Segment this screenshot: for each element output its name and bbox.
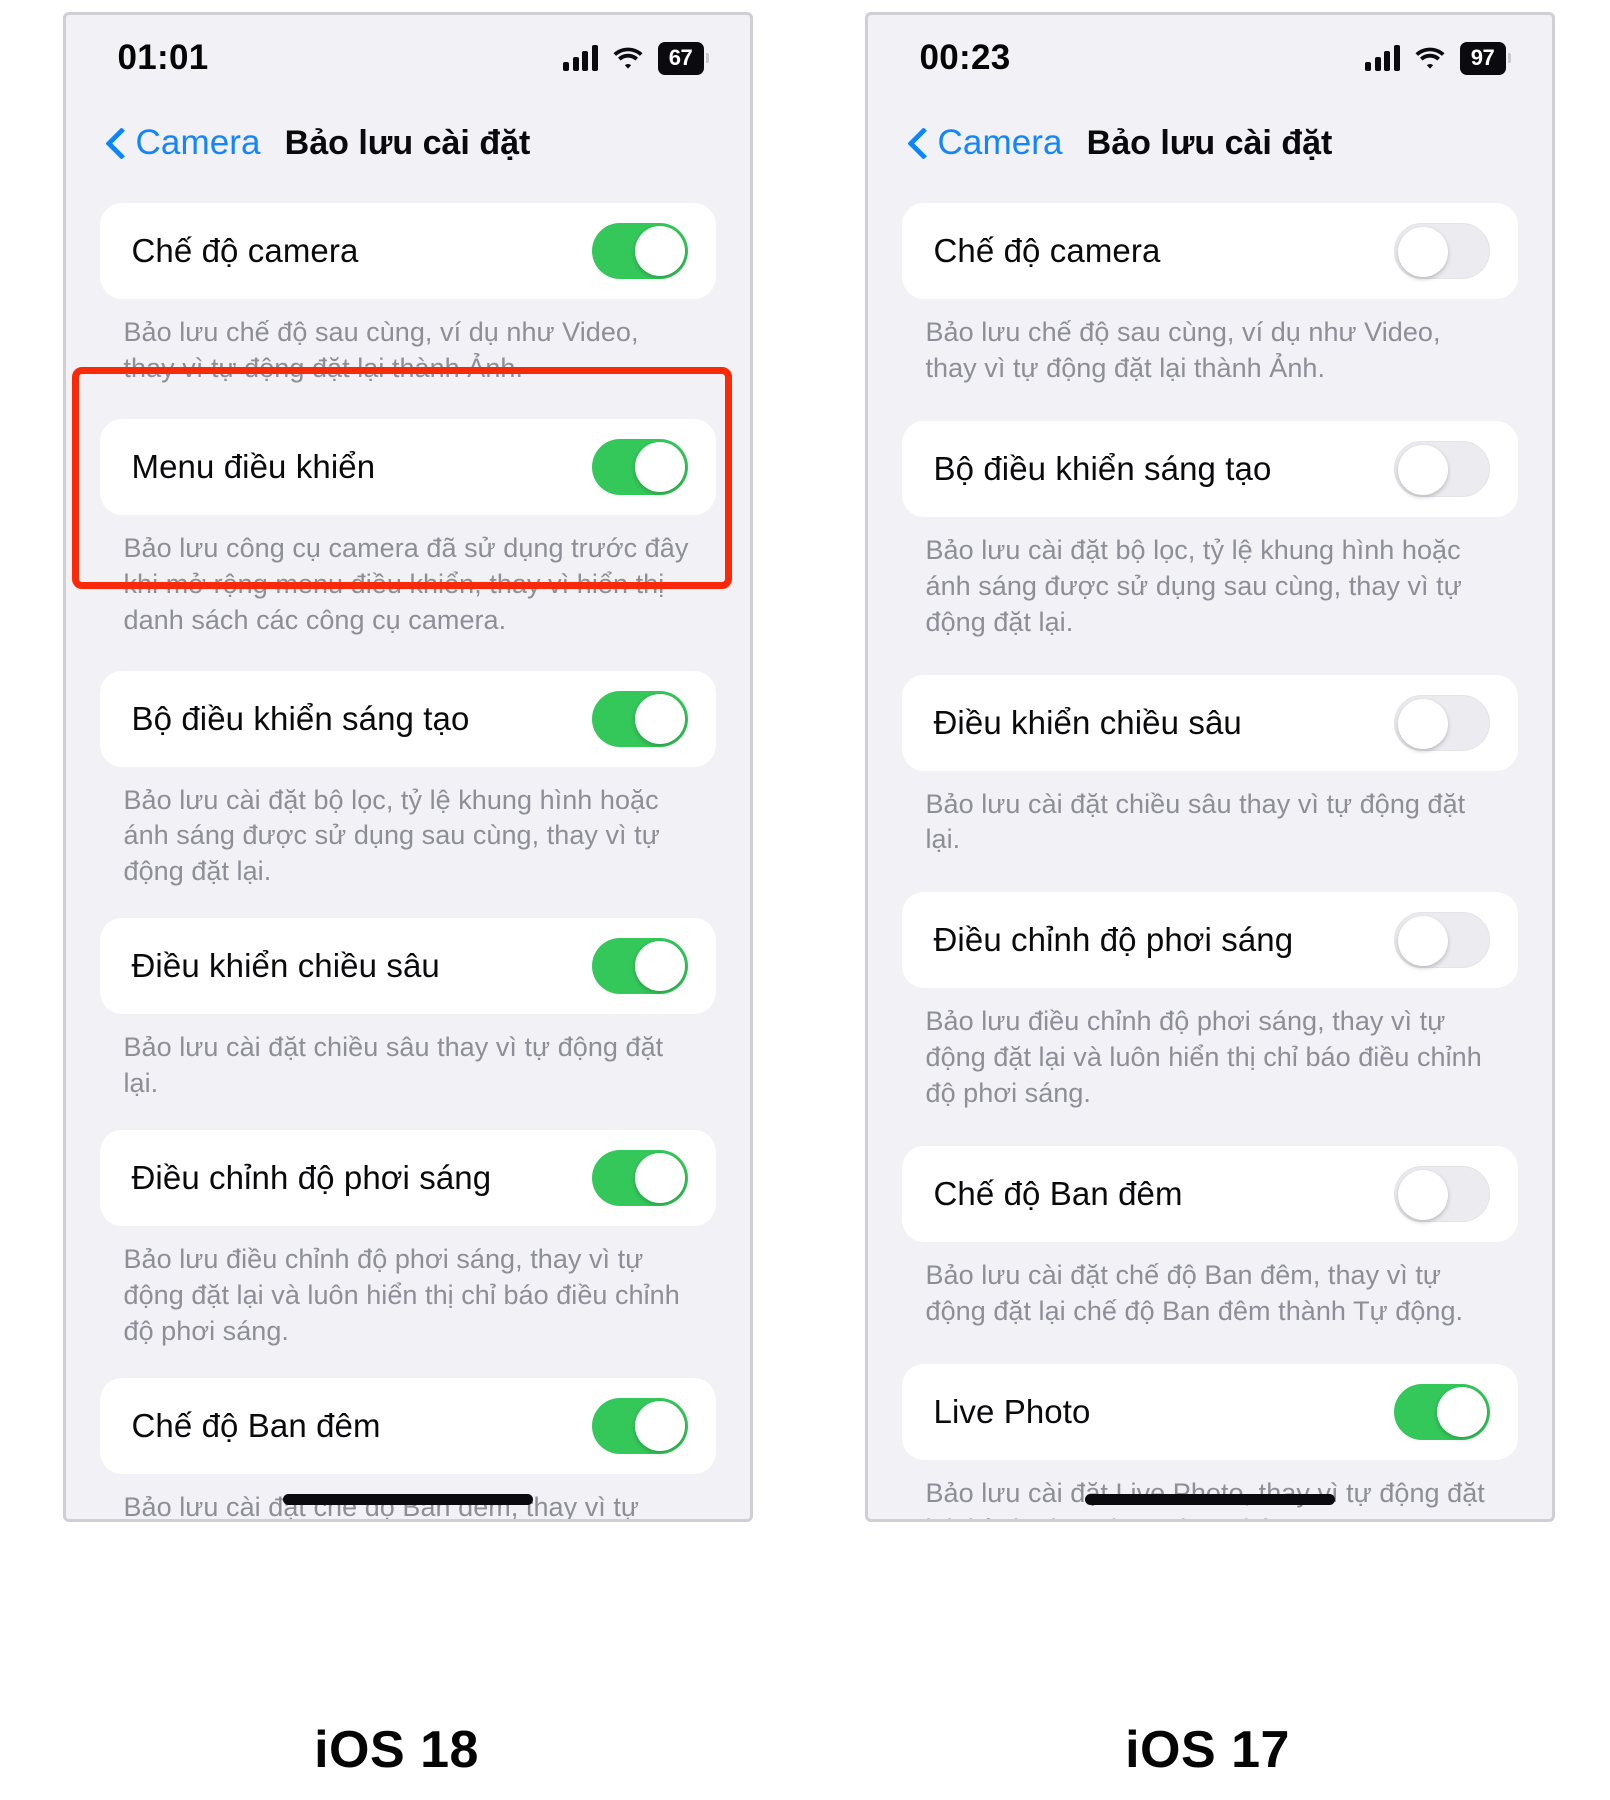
home-indicator (282, 1494, 533, 1505)
setting-label: Điều khiển chiều sâu (933, 703, 1242, 741)
settings-scroll-area[interactable]: Chế độ camera Bảo lưu chế độ sau cùng, v… (66, 185, 750, 1519)
setting-toggle[interactable] (1393, 912, 1490, 969)
setting-label: Chế độ Ban đêm (933, 1175, 1183, 1213)
setting-description: Bảo lưu điều chỉnh độ phơi sáng, thay vì… (925, 1006, 1482, 1109)
settings-scroll-area[interactable]: Chế độ camera Bảo lưu chế độ sau cùng, v… (868, 185, 1552, 1519)
figure-captions: iOS 18 iOS 17 (0, 1700, 1610, 1800)
table-row[interactable]: Chế độ camera (901, 203, 1518, 299)
toggle-knob (1397, 916, 1448, 967)
setting-toggle[interactable] (591, 223, 688, 279)
status-bar-clock: 00:23 (919, 38, 1011, 77)
navigation-bar: Camera Bảo lưu cài đặt (868, 101, 1552, 185)
setting-label: Menu điều khiển (131, 447, 376, 485)
setting-description: Bảo lưu chế độ sau cùng, ví dụ như Video… (925, 317, 1441, 383)
toggle-knob (1397, 1170, 1448, 1221)
cellular-signal-icon (1365, 45, 1400, 71)
toggle-knob (634, 441, 685, 492)
back-button[interactable]: Camera (908, 123, 1063, 163)
table-row[interactable]: Chế độ Ban đêm (99, 1377, 716, 1474)
setting-label: Bộ điều khiển sáng tạo (131, 699, 470, 737)
setting-description: Bảo lưu công cụ camera đã sử dụng trước … (123, 532, 689, 635)
toggle-knob (634, 941, 685, 992)
wifi-icon (1413, 45, 1447, 71)
status-bar: 01:01 67 (66, 15, 750, 101)
setting-toggle[interactable] (591, 938, 688, 995)
setting-label: Chế độ camera (933, 232, 1161, 269)
back-button-label: Camera (135, 123, 261, 162)
table-row[interactable]: Chế độ Ban đêm (901, 1146, 1518, 1243)
table-row[interactable]: Điều khiển chiều sâu (901, 674, 1518, 771)
setting-description: Bảo lưu cài đặt Live Photo, thay vì tự đ… (925, 1477, 1485, 1519)
setting-label: Điều chỉnh độ phơi sáng (933, 921, 1294, 959)
setting-description: Bảo lưu điều chỉnh độ phơi sáng, thay vì… (123, 1244, 680, 1346)
setting-description: Bảo lưu cài đặt bộ lọc, tỷ lệ khung hình… (123, 784, 660, 887)
table-row[interactable]: Menu điều khiển (99, 418, 716, 515)
battery-icon: 97 (1459, 41, 1506, 75)
status-bar-icons: 97 (1365, 41, 1506, 75)
status-bar-icons: 67 (563, 41, 704, 75)
caption-ios17: iOS 17 (1125, 1721, 1290, 1779)
setting-toggle[interactable] (1393, 1166, 1490, 1223)
phone-screen-ios17: 00:23 97 Camera Bảo lưu cài đặt Chế độ c… (864, 12, 1555, 1522)
toggle-knob (634, 226, 685, 276)
phone-column-ios17: 00:23 97 Camera Bảo lưu cài đặt Chế độ c… (805, 0, 1610, 1700)
table-row[interactable]: Điều chỉnh độ phơi sáng (901, 892, 1518, 989)
navigation-bar: Camera Bảo lưu cài đặt (66, 101, 750, 185)
setting-description: Bảo lưu chế độ sau cùng, ví dụ như Video… (123, 317, 639, 383)
setting-toggle[interactable] (1393, 694, 1490, 751)
setting-description: Bảo lưu cài đặt chiều sâu thay vì tự độn… (123, 1032, 664, 1099)
status-bar: 00:23 97 (868, 15, 1552, 101)
setting-toggle[interactable] (1393, 223, 1490, 279)
phone-screenshots-row: 01:01 67 Camera Bảo lưu cài đặt Chế độ c… (0, 0, 1610, 1700)
toggle-knob (634, 1400, 685, 1451)
settings-list: Chế độ camera Bảo lưu chế độ sau cùng, v… (868, 203, 1552, 1519)
caption-ios18: iOS 18 (314, 1721, 479, 1779)
setting-toggle[interactable] (591, 438, 688, 495)
cellular-signal-icon (563, 45, 598, 71)
toggle-knob (1397, 227, 1448, 277)
setting-toggle[interactable] (591, 1397, 688, 1454)
toggle-knob (634, 693, 685, 744)
setting-description: Bảo lưu cài đặt chế độ Ban đêm, thay vì … (925, 1260, 1464, 1326)
table-row[interactable]: Bộ điều khiển sáng tạo (901, 420, 1518, 517)
setting-toggle[interactable] (591, 690, 688, 747)
phone-screen-ios18: 01:01 67 Camera Bảo lưu cài đặt Chế độ c… (62, 12, 753, 1522)
setting-label: Chế độ camera (131, 232, 359, 269)
comparison-figure: 01:01 67 Camera Bảo lưu cài đặt Chế độ c… (0, 0, 1610, 1800)
setting-label: Điều khiển chiều sâu (131, 947, 440, 985)
settings-list: Chế độ camera Bảo lưu chế độ sau cùng, v… (66, 203, 750, 1519)
phone-column-ios18: 01:01 67 Camera Bảo lưu cài đặt Chế độ c… (0, 0, 805, 1700)
toggle-knob (1397, 698, 1448, 749)
wifi-icon (611, 45, 645, 71)
battery-icon: 67 (657, 41, 704, 75)
table-row[interactable]: Chế độ camera (99, 203, 716, 299)
home-indicator (1084, 1494, 1335, 1505)
back-button-label: Camera (937, 123, 1063, 162)
table-row[interactable]: Live Photo (901, 1363, 1518, 1460)
setting-toggle[interactable] (1393, 1383, 1490, 1440)
setting-description: Bảo lưu cài đặt bộ lọc, tỷ lệ khung hình… (925, 534, 1462, 637)
back-button[interactable]: Camera (106, 123, 261, 163)
toggle-knob (634, 1153, 685, 1204)
toggle-knob (1397, 444, 1448, 495)
toggle-knob (1436, 1386, 1487, 1437)
table-row[interactable]: Bộ điều khiển sáng tạo (99, 670, 716, 767)
status-bar-clock: 01:01 (117, 38, 209, 77)
setting-label: Chế độ Ban đêm (131, 1406, 381, 1444)
setting-toggle[interactable] (591, 1150, 688, 1207)
setting-toggle[interactable] (1393, 440, 1490, 497)
setting-label: Điều chỉnh độ phơi sáng (131, 1159, 492, 1197)
chevron-left-icon (106, 126, 126, 160)
chevron-left-icon (908, 126, 928, 160)
setting-label: Bộ điều khiển sáng tạo (933, 449, 1272, 487)
table-row[interactable]: Điều chỉnh độ phơi sáng (99, 1130, 716, 1227)
setting-description: Bảo lưu cài đặt chiều sâu thay vì tự độn… (925, 788, 1466, 855)
table-row[interactable]: Điều khiển chiều sâu (99, 918, 716, 1015)
setting-label: Live Photo (933, 1392, 1091, 1430)
